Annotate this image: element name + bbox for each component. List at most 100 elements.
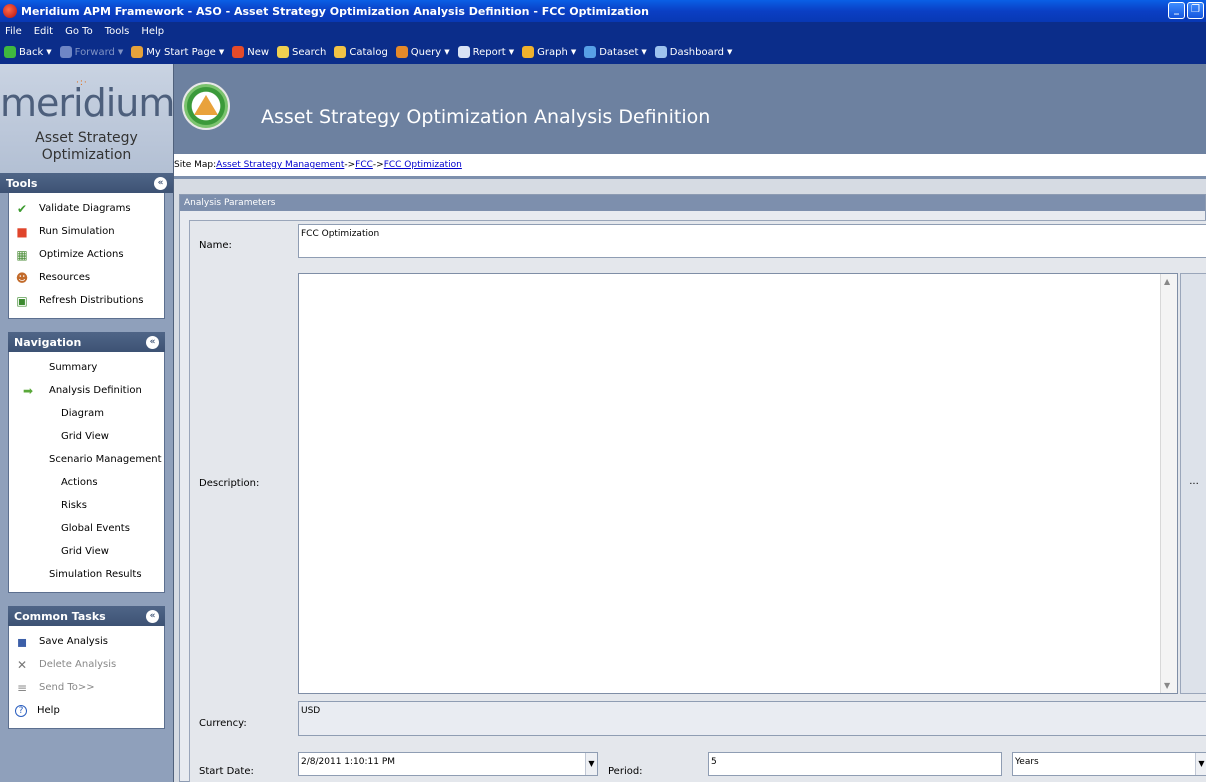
common-tasks-panel: ▪ Save Analysis ✕ Delete Analysis ≡ Send To>>… bbox=[8, 626, 165, 729]
dropdown-arrow-icon[interactable]: ▼ bbox=[585, 753, 597, 775]
logo-dots: ·:· bbox=[76, 78, 88, 88]
toolbar-label: My Start Page bbox=[146, 46, 216, 58]
resources-icon: ☻ bbox=[15, 270, 29, 285]
name-field[interactable]: FCC Optimization bbox=[298, 224, 1206, 258]
toolbar-dataset-button[interactable]: Dataset ▼ bbox=[584, 46, 647, 58]
dropdown-caret-icon[interactable]: ▼ bbox=[46, 48, 51, 56]
task-delete-analysis[interactable]: ✕ Delete Analysis bbox=[9, 653, 164, 676]
dropdown-caret-icon[interactable]: ▼ bbox=[641, 48, 646, 56]
navigation-panel-header[interactable]: Navigation « bbox=[8, 332, 165, 352]
module-name-line1: Asset Strategy bbox=[35, 130, 138, 146]
toolbar-label: Dashboard bbox=[669, 46, 725, 58]
tools-panel-header[interactable]: Tools « bbox=[0, 173, 173, 193]
minimize-button[interactable]: _ bbox=[1168, 2, 1185, 19]
description-field[interactable]: ▲ ▼ bbox=[298, 273, 1178, 694]
tools-item-label: Resources bbox=[39, 272, 91, 283]
breadcrumb-link-asset-strategy-management[interactable]: Asset Strategy Management bbox=[216, 160, 344, 170]
nav-item-risks[interactable]: Risks bbox=[9, 494, 164, 517]
tools-panel-title: Tools bbox=[6, 176, 38, 190]
dashboard-icon bbox=[654, 46, 667, 58]
breadcrumb-prefix: Site Map: bbox=[174, 160, 217, 170]
toolbar-report-button[interactable]: Report ▼ bbox=[457, 46, 514, 58]
toolbar-label: Catalog bbox=[349, 46, 388, 58]
menu-help[interactable]: Help bbox=[135, 26, 170, 37]
toolbar-back-button[interactable]: Back ▼ bbox=[4, 46, 52, 58]
aso-logo-triangle bbox=[194, 95, 218, 115]
common-tasks-panel-header[interactable]: Common Tasks « bbox=[8, 606, 165, 626]
tools-item-resources[interactable]: ☻ Resources bbox=[9, 266, 164, 289]
currency-field[interactable]: USD bbox=[298, 701, 1206, 736]
toolbar-query-button[interactable]: Query ▼ bbox=[395, 46, 450, 58]
tools-item-optimize-actions[interactable]: ▦ Optimize Actions bbox=[9, 243, 164, 266]
dropdown-caret-icon[interactable]: ▼ bbox=[571, 48, 576, 56]
dropdown-caret-icon[interactable]: ▼ bbox=[727, 48, 732, 56]
nav-item-grid-view[interactable]: Grid View bbox=[9, 425, 164, 448]
collapse-chevron-icon[interactable]: « bbox=[154, 176, 167, 190]
window-title-bar[interactable]: Meridium APM Framework - ASO - Asset Str… bbox=[0, 0, 1206, 22]
navigation-panel: Summary ➡ Analysis Definition Diagram Grid V… bbox=[8, 352, 165, 593]
send-to-icon: ≡ bbox=[16, 680, 28, 695]
toolbar-dashboard-button[interactable]: Dashboard ▼ bbox=[654, 46, 732, 58]
dataset-icon bbox=[584, 46, 597, 58]
toolbar-graph-button[interactable]: Graph ▼ bbox=[522, 46, 576, 58]
nav-item-global-events[interactable]: Global Events bbox=[9, 517, 164, 540]
breadcrumb-link-fcc-optimization[interactable]: FCC Optimization bbox=[384, 160, 462, 170]
module-name-line2: Optimization bbox=[41, 147, 132, 163]
task-save-analysis[interactable]: ▪ Save Analysis bbox=[9, 630, 164, 653]
toolbar-label: Query bbox=[410, 46, 442, 58]
dropdown-caret-icon[interactable]: ▼ bbox=[118, 48, 123, 56]
toolbar-my-start-page-button[interactable]: My Start Page ▼ bbox=[131, 46, 224, 58]
menu-edit[interactable]: Edit bbox=[28, 26, 59, 37]
dropdown-arrow-icon[interactable]: ▼ bbox=[1195, 753, 1206, 775]
dropdown-caret-icon[interactable]: ▼ bbox=[219, 48, 224, 56]
toolbar-search-button[interactable]: Search bbox=[277, 46, 326, 58]
toolbar-catalog-button[interactable]: Catalog bbox=[334, 46, 388, 58]
nav-item-summary[interactable]: Summary bbox=[9, 356, 164, 379]
task-send-to[interactable]: ≡ Send To>> bbox=[9, 676, 164, 699]
toolbar: Back ▼ Forward ▼ My Start Page ▼ New Search Cata… bbox=[0, 40, 1206, 64]
menu-go-to[interactable]: Go To bbox=[59, 26, 99, 37]
scroll-up-icon[interactable]: ▲ bbox=[1164, 277, 1170, 286]
maximize-button[interactable]: ❐ bbox=[1187, 2, 1204, 19]
nav-item-label: Grid View bbox=[61, 431, 109, 442]
dropdown-caret-icon[interactable]: ▼ bbox=[444, 48, 449, 56]
period-label: Period: bbox=[608, 766, 643, 777]
optimize-icon: ▦ bbox=[16, 247, 28, 262]
left-sidebar: ·:· meridium Asset Strategy Optimization… bbox=[0, 64, 175, 782]
period-unit-select[interactable]: Years ▼ bbox=[1012, 752, 1206, 776]
tools-item-validate-diagrams[interactable]: ✔ Validate Diagrams bbox=[9, 197, 164, 220]
analysis-parameters-group: Analysis Parameters Name: FCC Optimizati… bbox=[179, 194, 1206, 782]
toolbar-new-button[interactable]: New bbox=[232, 46, 269, 58]
start-date-field[interactable]: 2/8/2011 1:10:11 PM ▼ bbox=[298, 752, 598, 776]
menu-file[interactable]: File bbox=[0, 26, 28, 37]
nav-item-analysis-definition[interactable]: ➡ Analysis Definition bbox=[9, 379, 164, 402]
breadcrumb-link-fcc[interactable]: FCC bbox=[355, 160, 373, 170]
nav-item-label: Simulation Results bbox=[49, 569, 142, 580]
collapse-chevron-icon[interactable]: « bbox=[146, 609, 159, 623]
page-title: Asset Strategy Optimization Analysis Def… bbox=[261, 106, 711, 128]
nav-item-grid-view[interactable]: Grid View bbox=[9, 540, 164, 563]
tools-item-run-simulation[interactable]: ■ Run Simulation bbox=[9, 220, 164, 243]
period-field[interactable]: 5 bbox=[708, 752, 1002, 776]
nav-item-scenario-management[interactable]: Scenario Management bbox=[9, 448, 164, 471]
description-ellipsis-button[interactable]: ... bbox=[1180, 273, 1206, 694]
nav-item-actions[interactable]: Actions bbox=[9, 471, 164, 494]
tools-item-refresh-distributions[interactable]: ▣ Refresh Distributions bbox=[9, 289, 164, 312]
nav-item-diagram[interactable]: Diagram bbox=[9, 402, 164, 425]
report-icon bbox=[457, 46, 470, 58]
task-help[interactable]: ? Help bbox=[9, 699, 164, 722]
description-scrollbar[interactable]: ▲ ▼ bbox=[1160, 274, 1177, 693]
window-controls: _ ❐ bbox=[1168, 2, 1204, 19]
checkmark-icon: ✔ bbox=[16, 201, 28, 216]
task-label: Help bbox=[37, 705, 60, 716]
nav-item-simulation-results[interactable]: Simulation Results bbox=[9, 563, 164, 586]
dropdown-caret-icon[interactable]: ▼ bbox=[509, 48, 514, 56]
toolbar-forward-button[interactable]: Forward ▼ bbox=[59, 46, 123, 58]
module-name: Asset Strategy Optimization bbox=[0, 130, 173, 164]
period-unit-value: Years bbox=[1015, 757, 1039, 767]
tools-panel: ✔ Validate Diagrams ■ Run Simulation ▦ Optimi… bbox=[8, 193, 165, 319]
graph-icon bbox=[522, 46, 535, 58]
menu-tools[interactable]: Tools bbox=[99, 26, 136, 37]
scroll-down-icon[interactable]: ▼ bbox=[1164, 681, 1170, 690]
collapse-chevron-icon[interactable]: « bbox=[146, 335, 159, 349]
